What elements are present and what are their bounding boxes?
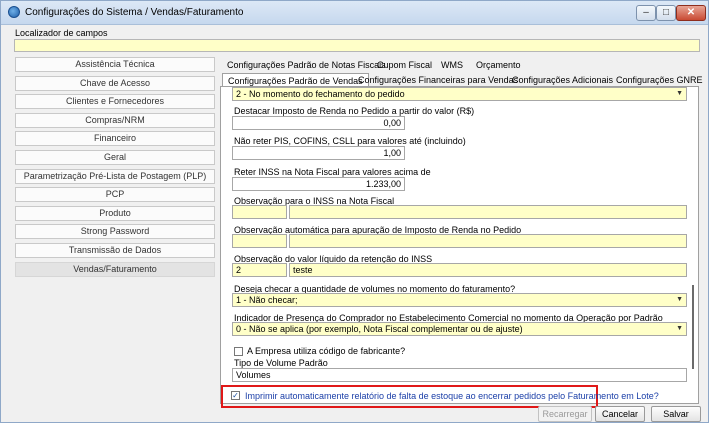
presenca-comprador-value: 0 - Não se aplica (por exemplo, Nota Fis… (236, 324, 523, 334)
sidebar-item-vendas-faturamento[interactable]: Vendas/Faturamento (15, 261, 215, 277)
panel-scrollbar[interactable] (691, 87, 697, 403)
chevron-down-icon: ▼ (676, 296, 683, 303)
obs-inss-text-input[interactable] (289, 205, 687, 219)
locator-input[interactable] (14, 39, 700, 52)
sidebar-item-strong-password[interactable]: Strong Password (15, 224, 215, 240)
checar-volumes-dropdown[interactable]: 1 - Não checar; ▼ (232, 293, 687, 307)
imposto-renda-input[interactable]: 0,00 (232, 116, 405, 130)
imprimir-relatorio-checkbox[interactable]: ✓ (231, 391, 240, 400)
tab-cupom-fiscal[interactable]: Cupom Fiscal (377, 60, 432, 70)
reter-inss-input[interactable]: 1.233,00 (232, 177, 405, 191)
recarregar-button[interactable]: Recarregar (538, 406, 592, 422)
tipo-volume-input[interactable]: Volumes (232, 368, 687, 382)
reter-inss-label: Reter INSS na Nota Fiscal para valores a… (234, 167, 431, 177)
tab-financeiras-vendas[interactable]: Configurações Financeiras para Vendas (358, 75, 518, 85)
obs-ir-text-input[interactable] (289, 234, 687, 248)
settings-window: Configurações do Sistema / Vendas/Fatura… (0, 0, 709, 423)
sidebar-item-transmissao-dados[interactable]: Transmissão de Dados (15, 242, 215, 258)
chevron-down-icon: ▼ (676, 325, 683, 332)
maximize-button[interactable]: □ (656, 5, 676, 21)
fechamento-dropdown[interactable]: 2 - No momento do fechamento do pedido ▼ (232, 87, 687, 101)
sidebar-item-compras-nrm[interactable]: Compras/NRM (15, 112, 215, 128)
salvar-button[interactable]: Salvar (651, 406, 701, 422)
nao-reter-label: Não reter PIS, COFINS, CSLL para valores… (234, 136, 466, 146)
tipo-volume-label: Tipo de Volume Padrão (234, 358, 328, 368)
sidebar: Assistência Técnica Chave de Acesso Clie… (15, 57, 215, 277)
sidebar-item-chave-de-acesso[interactable]: Chave de Acesso (15, 75, 215, 91)
obs-ir-code-input[interactable] (232, 234, 287, 248)
tab-gnre[interactable]: Configurações GNRE (616, 75, 703, 85)
obs-liquido-code-input[interactable]: 2 (232, 263, 287, 277)
app-icon (8, 6, 20, 18)
chevron-down-icon: ▼ (676, 90, 683, 97)
sidebar-item-assistencia-tecnica[interactable]: Assistência Técnica (15, 57, 215, 72)
fechamento-dropdown-value: 2 - No momento do fechamento do pedido (236, 89, 405, 99)
cancelar-button[interactable]: Cancelar (595, 406, 645, 422)
nao-reter-input[interactable]: 1,00 (232, 146, 405, 160)
tab-wms[interactable]: WMS (441, 60, 463, 70)
title-bar: Configurações do Sistema / Vendas/Fatura… (1, 1, 708, 25)
codigo-fabricante-label: A Empresa utiliza código de fabricante? (247, 346, 406, 356)
presenca-comprador-dropdown[interactable]: 0 - Não se aplica (por exemplo, Nota Fis… (232, 322, 687, 336)
checar-volumes-value: 1 - Não checar; (236, 295, 298, 305)
codigo-fabricante-checkbox[interactable] (234, 347, 243, 356)
scrollbar-thumb[interactable] (692, 285, 694, 369)
obs-liquido-text-input[interactable]: teste (289, 263, 687, 277)
tab-adicionais[interactable]: Configurações Adicionais (512, 75, 613, 85)
tab-notas-fiscais[interactable]: Configurações Padrão de Notas Fiscais (227, 60, 386, 70)
close-button[interactable]: ✕ (676, 5, 706, 21)
sidebar-item-plp[interactable]: Parametrização Pré-Lista de Postagem (PL… (15, 168, 215, 184)
tab-orcamento[interactable]: Orçamento (476, 60, 521, 70)
tab-row-1: Configurações Padrão de Notas Fiscais Cu… (227, 60, 697, 74)
imprimir-relatorio-label: Imprimir automaticamente relatório de fa… (245, 391, 659, 401)
locator-label: Localizador de campos (15, 28, 108, 38)
window-title: Configurações do Sistema / Vendas/Fatura… (25, 7, 244, 18)
minimize-button[interactable]: – (636, 5, 656, 21)
sidebar-item-geral[interactable]: Geral (15, 149, 215, 165)
sidebar-item-produto[interactable]: Produto (15, 205, 215, 221)
obs-inss-code-input[interactable] (232, 205, 287, 219)
sidebar-item-financeiro[interactable]: Financeiro (15, 131, 215, 147)
sidebar-item-pcp[interactable]: PCP (15, 187, 215, 203)
imposto-renda-label: Destacar Imposto de Renda no Pedido a pa… (234, 106, 475, 116)
sidebar-item-clientes-fornecedores[interactable]: Clientes e Fornecedores (15, 94, 215, 110)
